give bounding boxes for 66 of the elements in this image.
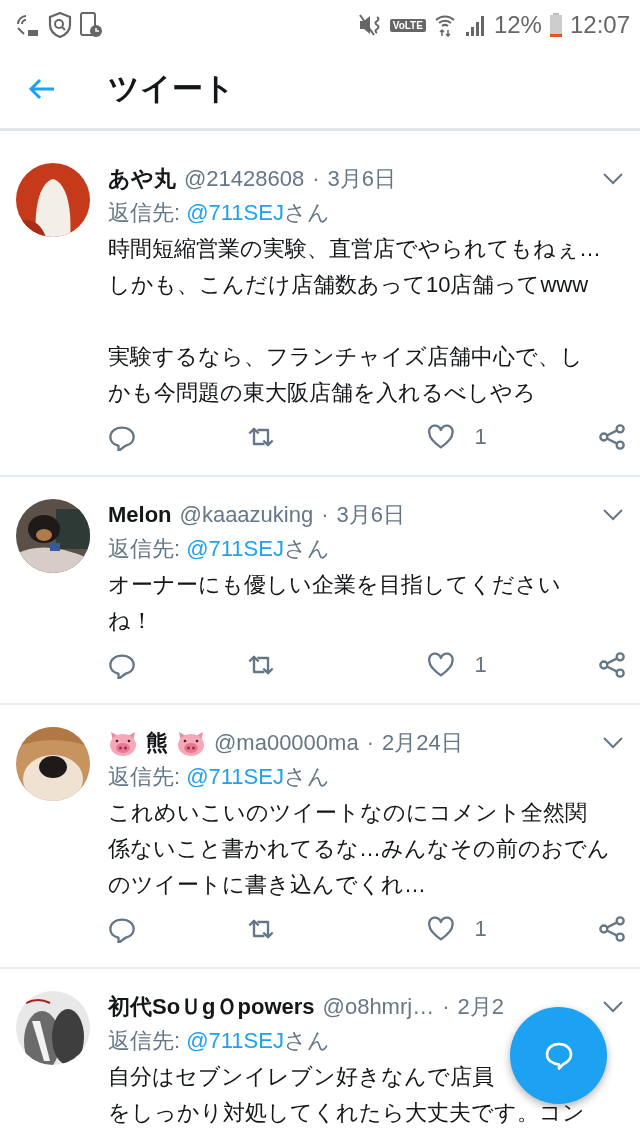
back-arrow-icon[interactable] bbox=[28, 78, 56, 100]
heart-icon[interactable] bbox=[426, 651, 455, 679]
battery-icon bbox=[549, 13, 562, 37]
chevron-down-icon[interactable] bbox=[602, 172, 624, 186]
separator-dot: · bbox=[442, 994, 450, 1020]
reply-label: 返信先: bbox=[108, 200, 181, 225]
mention-link[interactable]: @711SEJ bbox=[186, 200, 284, 225]
shield-icon bbox=[48, 12, 72, 38]
tweet-date: 3月6日 bbox=[327, 165, 397, 193]
tweet-date: 2月24日 bbox=[381, 729, 463, 757]
mute-icon bbox=[357, 13, 382, 37]
mention-link[interactable]: @711SEJ bbox=[186, 536, 284, 561]
user-handle: @21428608 bbox=[184, 166, 305, 192]
share-icon[interactable] bbox=[598, 423, 626, 451]
tweet-text: これめいこいのツイートなのにコメント全然関 bbox=[108, 799, 587, 827]
tweet-text: 実験するなら、フランチャイズ店舗中心で、し bbox=[108, 343, 583, 371]
tweet-text: をしっかり対処してくれたら大丈夫です。コン bbox=[108, 1099, 585, 1127]
reply-suffix: さん bbox=[283, 764, 330, 789]
page-title: ツイート bbox=[108, 70, 235, 108]
heart-icon[interactable] bbox=[426, 915, 455, 943]
reply-label: 返信先: bbox=[108, 764, 181, 789]
share-icon[interactable] bbox=[598, 651, 626, 679]
compose-button[interactable] bbox=[510, 1007, 607, 1104]
battery-percent: 12% bbox=[493, 11, 542, 39]
user-handle: @kaaazuking bbox=[179, 502, 314, 528]
reply-label: 返信先: bbox=[108, 536, 181, 561]
separator-dot: · bbox=[366, 730, 374, 756]
like-count: 1 bbox=[474, 916, 487, 942]
wifi-icon bbox=[433, 13, 456, 37]
user-name: 熊 bbox=[146, 729, 168, 757]
user-name: 初代SoＵgＯpowers bbox=[108, 993, 315, 1021]
tweet-text: のツイートに書き込んでくれ… bbox=[108, 871, 426, 899]
tweet-text: ね！ bbox=[108, 607, 153, 635]
tweet-text: 時間短縮営業の実験、直営店でやられてもねぇ… bbox=[108, 235, 601, 263]
like-count: 1 bbox=[474, 424, 487, 450]
tweet-text: 自分はセブンイレブン好きなんで店員 bbox=[108, 1063, 494, 1091]
chevron-down-icon[interactable] bbox=[602, 736, 624, 750]
reply-suffix: さん bbox=[283, 1028, 330, 1053]
user-name: Melon bbox=[108, 502, 172, 528]
share-icon[interactable] bbox=[598, 915, 626, 943]
tweet-date: 3月6日 bbox=[336, 501, 405, 529]
signal-icon bbox=[463, 14, 486, 36]
user-handle: @o8hmrj… bbox=[322, 994, 435, 1020]
tweet-text: しかも、こんだけ店舗数あって10店舗ってwww bbox=[108, 271, 589, 299]
tweet-text: 係ないこと書かれてるな…みんなその前のおでん bbox=[108, 835, 610, 863]
mention-link[interactable]: @711SEJ bbox=[186, 764, 284, 789]
tweet-text: オーナーにも優しい企業を目指してください bbox=[108, 571, 561, 599]
reply-suffix: さん bbox=[283, 200, 330, 225]
tweet-text: かも今問題の東大阪店舗を入れるべしやろ bbox=[108, 379, 536, 407]
volte-badge: VoLTE bbox=[389, 18, 426, 32]
tweet-date: 2月2 bbox=[457, 993, 504, 1021]
mention-link[interactable]: @711SEJ bbox=[186, 1028, 284, 1053]
pig-face-icon bbox=[176, 729, 206, 757]
chevron-down-icon[interactable] bbox=[602, 1000, 624, 1014]
reply-label: 返信先: bbox=[108, 1028, 181, 1053]
user-handle: @ma00000ma bbox=[214, 730, 359, 756]
like-count: 1 bbox=[474, 652, 487, 678]
heart-icon[interactable] bbox=[426, 423, 455, 451]
pig-face-icon bbox=[108, 729, 138, 757]
separator-dot: · bbox=[312, 166, 320, 192]
reply-suffix: さん bbox=[283, 536, 330, 561]
chevron-down-icon[interactable] bbox=[602, 508, 624, 522]
tablet-clock-icon bbox=[80, 12, 102, 38]
user-name: あや丸 bbox=[108, 165, 176, 193]
clock-time: 12:07 bbox=[569, 11, 630, 39]
separator-dot: · bbox=[321, 502, 329, 528]
